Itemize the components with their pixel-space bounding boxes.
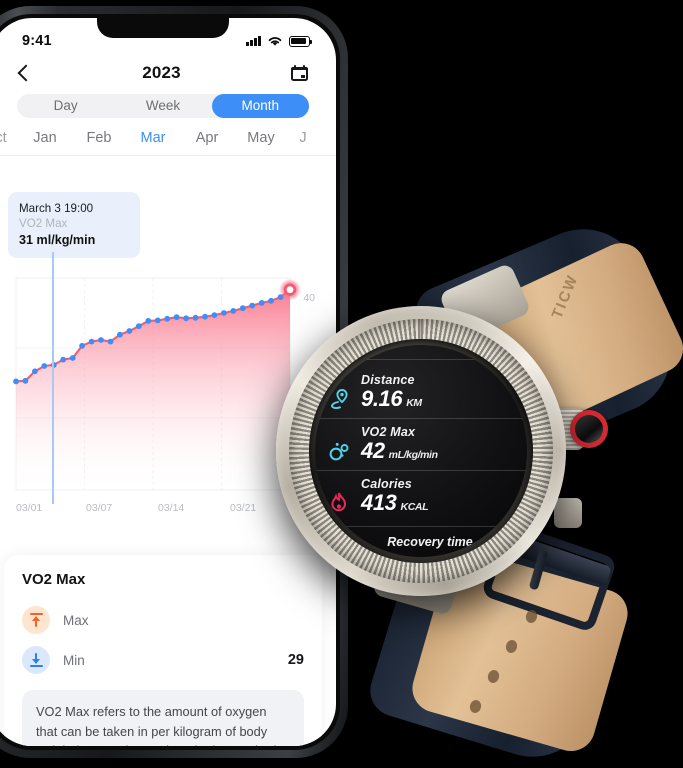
x-tick-1: 03/07: [86, 502, 113, 514]
chart-tooltip: March 3 19:00 VO2 Max 31 ml/kg/min: [8, 192, 140, 258]
watch-metric-next-partial[interactable]: Recovery time: [315, 526, 527, 551]
metric-label: Distance: [361, 373, 415, 387]
watch-crown-button[interactable]: [570, 410, 608, 448]
metric-value-wrap: 9.16 KM: [361, 386, 517, 412]
calendar-icon[interactable]: [291, 65, 308, 81]
watch-metric-distance[interactable]: Distance 9.16 KM: [315, 367, 527, 418]
metric-value-wrap: 42 mL/kg/min: [361, 438, 517, 464]
month-item-partial-right[interactable]: J: [288, 130, 318, 146]
wifi-icon: [268, 37, 282, 46]
tab-week[interactable]: Week: [114, 94, 211, 118]
range-segmented-wrap: Day Week Month: [0, 92, 336, 118]
tab-day[interactable]: Day: [17, 94, 114, 118]
watch-metric-vo2max[interactable]: VO2 Max 42 mL/kg/min: [315, 418, 527, 470]
marketing-composite: 9:41 2023 Day Week Month t Jan Feb Mar A…: [0, 0, 683, 768]
app-nav-bar: 2023: [0, 58, 336, 92]
face-divider-top: [363, 359, 497, 360]
metric-value-wrap: 413 KCAL: [361, 490, 517, 516]
smartwatch-device: TICW Distance 9.16 KM VO2 Max 42 mL/kg/m…: [258, 210, 683, 768]
oxygen-bubbles-icon: [329, 442, 349, 461]
stat-label-min: Min: [63, 652, 85, 668]
metric-value: 9.16: [361, 386, 403, 411]
tooltip-metric-name: VO2 Max: [19, 217, 68, 230]
x-tick-3: 03/21: [230, 502, 257, 514]
chart-cursor-line: [52, 252, 54, 504]
metric-unit: KCAL: [400, 501, 429, 513]
month-item-apr[interactable]: Apr: [180, 130, 234, 146]
page-title: 2023: [142, 63, 181, 82]
range-segmented-control[interactable]: Day Week Month: [17, 94, 309, 118]
metric-label-partial: Recovery time: [387, 535, 473, 549]
month-item-may[interactable]: May: [234, 130, 288, 146]
metric-value: 42: [361, 438, 385, 463]
stat-label-max: Max: [63, 612, 89, 628]
battery-icon: [289, 35, 313, 47]
watch-bezel-inner: Distance 9.16 KM VO2 Max 42 mL/kg/min Ca…: [309, 339, 533, 563]
signal-bars-icon: [246, 36, 261, 46]
watch-case: Distance 9.16 KM VO2 Max 42 mL/kg/min Ca…: [276, 306, 566, 596]
month-item-mar[interactable]: Mar: [126, 130, 180, 146]
phone-notch: [97, 18, 229, 38]
arrow-down-icon: [22, 646, 50, 674]
metric-label: VO2 Max: [361, 425, 416, 439]
metric-unit: mL/kg/min: [388, 449, 438, 461]
x-tick-0: 03/01: [16, 502, 43, 514]
metric-value: 413: [361, 490, 397, 515]
tooltip-datetime: March 3 19:00: [19, 202, 94, 215]
x-tick-2: 03/14: [158, 502, 185, 514]
metric-unit: KM: [406, 397, 422, 409]
location-route-icon: [331, 389, 348, 409]
month-item-jan[interactable]: Jan: [18, 130, 72, 146]
arrow-up-icon: [22, 606, 50, 634]
chevron-left-icon[interactable]: [17, 64, 35, 82]
status-icons: [246, 35, 313, 47]
watch-side-button[interactable]: [554, 498, 582, 528]
flame-icon: [331, 492, 347, 512]
month-strip[interactable]: ct Jan Feb Mar Apr May J: [0, 118, 336, 156]
tooltip-value: 31 ml/kg/min: [19, 233, 96, 247]
watch-knurled-bezel: Distance 9.16 KM VO2 Max 42 mL/kg/min Ca…: [289, 319, 553, 583]
watch-metric-calories[interactable]: Calories 413 KCAL: [315, 470, 527, 522]
month-item-partial-left[interactable]: ct: [0, 130, 18, 146]
metric-label: Calories: [361, 477, 412, 491]
tab-month[interactable]: Month: [212, 94, 309, 118]
month-item-feb[interactable]: Feb: [72, 130, 126, 146]
watch-metrics-list: Distance 9.16 KM VO2 Max 42 mL/kg/min Ca…: [315, 367, 527, 522]
watch-screen[interactable]: Distance 9.16 KM VO2 Max 42 mL/kg/min Ca…: [315, 345, 527, 557]
status-time: 9:41: [22, 33, 52, 49]
